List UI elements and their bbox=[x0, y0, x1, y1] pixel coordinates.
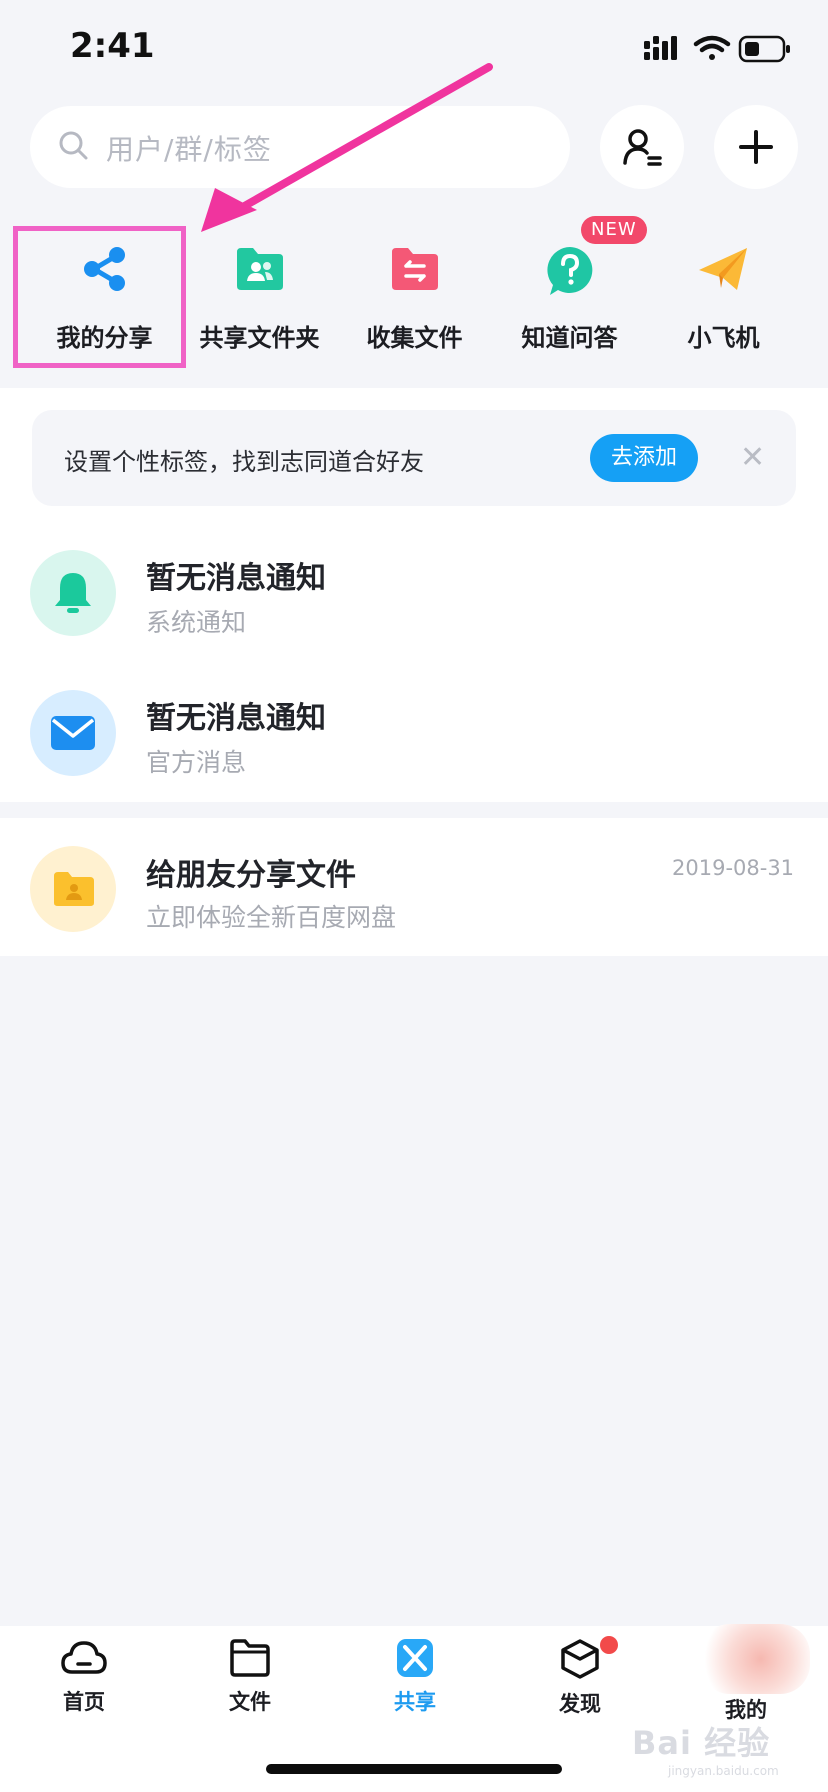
quick-label: 收集文件 bbox=[366, 324, 463, 352]
quick-shared-folder[interactable]: 共享文件夹 bbox=[182, 226, 337, 361]
status-icons bbox=[644, 35, 790, 63]
share-tab-icon bbox=[397, 1639, 433, 1677]
quick-collect-files[interactable]: 收集文件 bbox=[337, 226, 492, 361]
quick-label: 知道问答 bbox=[521, 324, 618, 352]
tab-discover[interactable]: 发现 bbox=[520, 1638, 640, 1718]
discover-badge-dot bbox=[600, 1636, 618, 1654]
cloud-icon bbox=[61, 1641, 107, 1674]
status-time: 2:41 bbox=[70, 26, 155, 66]
search-icon bbox=[59, 131, 88, 160]
wifi-icon bbox=[693, 35, 731, 60]
annotation-highlight-box bbox=[13, 226, 186, 368]
plus-icon bbox=[739, 130, 773, 164]
cube-icon bbox=[561, 1639, 599, 1679]
tab-share[interactable]: 共享 bbox=[355, 1638, 475, 1716]
list-item-share-files[interactable] bbox=[0, 818, 828, 956]
banner-text: 设置个性标签，找到志同道合好友 bbox=[64, 448, 424, 476]
list-item-official-message[interactable] bbox=[0, 670, 828, 800]
tab-label: 文件 bbox=[229, 1690, 271, 1714]
avatar bbox=[700, 1624, 810, 1694]
add-button[interactable] bbox=[714, 105, 798, 189]
annotation-arrow-icon bbox=[201, 63, 493, 232]
home-indicator bbox=[266, 1764, 562, 1774]
shared-folder-icon bbox=[236, 248, 283, 290]
cellular-signal-icon bbox=[644, 36, 677, 60]
folder-icon bbox=[230, 1639, 270, 1677]
tab-label: 共享 bbox=[394, 1690, 436, 1714]
close-banner-icon[interactable]: ✕ bbox=[740, 440, 765, 475]
contacts-icon bbox=[623, 129, 662, 166]
list-item-system-notice[interactable] bbox=[0, 530, 828, 660]
quick-label: 小飞机 bbox=[687, 324, 760, 352]
add-tag-button[interactable]: 去添加 bbox=[590, 434, 698, 482]
tab-label: 首页 bbox=[63, 1690, 105, 1714]
quick-zhidao-qa[interactable]: 知道问答 bbox=[492, 226, 647, 361]
quick-paper-plane[interactable]: 小飞机 bbox=[646, 226, 801, 361]
contacts-button[interactable] bbox=[600, 105, 684, 189]
tab-files[interactable]: 文件 bbox=[190, 1638, 310, 1716]
battery-icon bbox=[738, 35, 790, 63]
quick-label: 共享文件夹 bbox=[199, 324, 320, 352]
question-bubble-icon bbox=[546, 247, 592, 295]
watermark-url: jingyan.baidu.com bbox=[668, 1764, 779, 1778]
tab-label: 发现 bbox=[559, 1692, 601, 1716]
tab-home[interactable]: 首页 bbox=[24, 1638, 144, 1716]
paper-plane-icon bbox=[698, 248, 747, 290]
collect-folder-icon bbox=[391, 248, 438, 290]
new-badge: NEW bbox=[581, 216, 647, 244]
watermark: Bai 经验 bbox=[632, 1724, 771, 1762]
